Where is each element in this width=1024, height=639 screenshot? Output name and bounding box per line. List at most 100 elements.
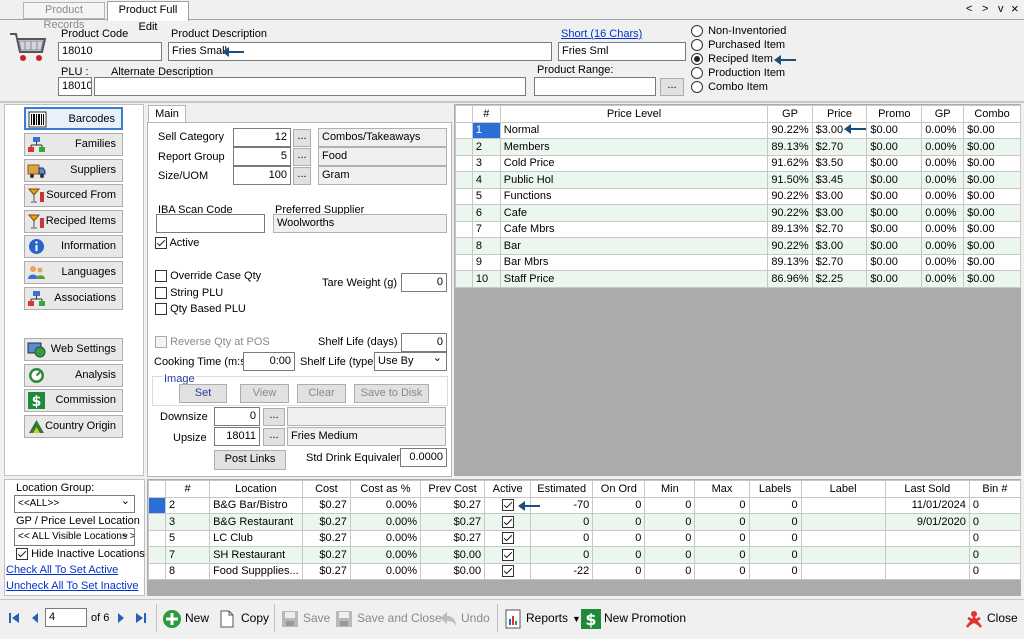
table-cell[interactable]: 0 bbox=[748, 513, 802, 531]
table-cell[interactable]: $2.25 bbox=[811, 270, 868, 288]
table-cell[interactable]: 0 bbox=[968, 546, 1022, 564]
table-cell[interactable]: $0.00 bbox=[866, 154, 923, 172]
nav-web-settings[interactable]: Web Settings bbox=[24, 338, 123, 361]
first-record-button[interactable] bbox=[8, 612, 20, 624]
radio-circle[interactable] bbox=[691, 81, 703, 94]
table-cell[interactable]: 0 bbox=[694, 529, 750, 547]
table-cell[interactable]: $0.00 bbox=[963, 187, 1021, 205]
location-table-row[interactable]: 7 SH Restaurant $0.27 0.00% $0.00 0 0 0 0 0 0 bbox=[147, 546, 1022, 564]
short-description-field[interactable]: Fries Sml bbox=[558, 42, 686, 61]
column-header[interactable]: GP bbox=[767, 105, 813, 123]
gp-price-level-location-select[interactable]: << ALL Visible Locations > bbox=[14, 528, 135, 546]
uncheck-all-link[interactable]: Uncheck All To Set Inactive bbox=[6, 580, 138, 592]
table-cell[interactable]: Cafe bbox=[499, 204, 769, 222]
tare-weight-field[interactable]: 0 bbox=[401, 273, 447, 292]
report-group-browse-button[interactable]: ... bbox=[293, 148, 311, 166]
table-cell[interactable]: $0.00 bbox=[866, 138, 923, 156]
table-cell[interactable]: $3.45 bbox=[811, 171, 868, 189]
table-cell[interactable]: 5 bbox=[165, 529, 211, 547]
table-cell[interactable]: -22 bbox=[530, 562, 594, 580]
price-table-row[interactable]: 6 Cafe 90.22% $3.00 $0.00 0.00% $0.00 bbox=[455, 204, 1021, 222]
table-cell[interactable]: 5 bbox=[471, 187, 501, 205]
table-cell[interactable]: $0.00 bbox=[963, 154, 1021, 172]
column-header[interactable]: Combo bbox=[963, 105, 1021, 123]
table-cell[interactable]: 0 bbox=[530, 546, 594, 564]
table-cell[interactable]: 0 bbox=[694, 546, 750, 564]
table-cell[interactable]: $0.27 bbox=[301, 546, 351, 564]
table-cell[interactable]: 0 bbox=[748, 546, 802, 564]
price-table-row[interactable]: 4 Public Hol 91.50% $3.45 $0.00 0.00% $0.00 bbox=[455, 171, 1021, 189]
column-header[interactable]: GP bbox=[921, 105, 965, 123]
row-indicator[interactable] bbox=[455, 187, 473, 205]
nav-suppliers[interactable]: Suppliers bbox=[24, 159, 123, 182]
table-cell[interactable]: 2 bbox=[165, 496, 211, 514]
table-cell[interactable]: 2 bbox=[471, 138, 501, 156]
nav-languages[interactable]: Languages bbox=[24, 261, 123, 284]
std-drink-equivalent-field[interactable]: 0.0000 bbox=[400, 448, 447, 467]
cooking-time-field[interactable]: 0:00 bbox=[243, 352, 295, 371]
table-cell[interactable]: Bar bbox=[499, 237, 769, 255]
table-cell[interactable]: 0.00% bbox=[921, 154, 965, 172]
table-cell[interactable]: 0.00% bbox=[921, 220, 965, 238]
table-cell[interactable]: 8 bbox=[165, 562, 211, 580]
iba-scan-code-field[interactable] bbox=[156, 214, 265, 233]
table-cell[interactable]: 86.96% bbox=[767, 270, 813, 288]
save-and-close-button[interactable]: Save and Close bbox=[334, 604, 442, 632]
table-cell[interactable]: Functions bbox=[499, 187, 769, 205]
row-indicator[interactable] bbox=[455, 253, 473, 271]
column-header[interactable]: Bin # bbox=[968, 480, 1022, 498]
tab-scroll-left-button[interactable]: < bbox=[966, 3, 972, 15]
table-cell[interactable]: 0.00% bbox=[349, 546, 422, 564]
table-cell[interactable]: 6 bbox=[471, 204, 501, 222]
new-button[interactable]: New bbox=[162, 604, 209, 632]
column-header[interactable]: Cost as % bbox=[349, 480, 422, 498]
table-cell[interactable]: $0.00 bbox=[963, 253, 1021, 271]
table-cell[interactable]: 0 bbox=[968, 529, 1022, 547]
radio-circle[interactable] bbox=[691, 67, 703, 80]
save-button[interactable]: Save bbox=[280, 604, 330, 632]
table-cell[interactable]: Cafe Mbrs bbox=[499, 220, 769, 238]
table-cell[interactable]: 89.13% bbox=[767, 253, 813, 271]
check-all-link[interactable]: Check All To Set Active bbox=[6, 564, 118, 576]
table-cell[interactable]: $0.27 bbox=[301, 513, 351, 531]
table-cell[interactable]: 0.00% bbox=[921, 237, 965, 255]
table-cell[interactable]: LC Club bbox=[209, 529, 303, 547]
table-cell[interactable]: 0 bbox=[694, 562, 750, 580]
image-clear-button[interactable]: Clear bbox=[297, 384, 346, 403]
table-cell[interactable] bbox=[884, 529, 970, 547]
copy-button[interactable]: Copy bbox=[218, 604, 269, 632]
price-table-row[interactable]: 7 Cafe Mbrs 89.13% $2.70 $0.00 0.00% $0.00 bbox=[455, 220, 1021, 238]
table-cell[interactable]: 89.13% bbox=[767, 138, 813, 156]
column-header[interactable]: Max bbox=[694, 480, 750, 498]
upsize-browse-button[interactable]: ... bbox=[263, 428, 285, 446]
column-header[interactable]: Price Level bbox=[499, 105, 769, 123]
table-cell[interactable]: $0.27 bbox=[301, 562, 351, 580]
nav-families[interactable]: Families bbox=[24, 133, 123, 156]
table-cell[interactable]: Public Hol bbox=[499, 171, 769, 189]
table-cell[interactable]: $0.00 bbox=[420, 546, 486, 564]
sell-category-number-field[interactable]: 12 bbox=[233, 128, 291, 147]
row-indicator[interactable] bbox=[455, 154, 473, 172]
table-cell[interactable]: 0 bbox=[592, 496, 646, 514]
qty-based-plu-checkbox[interactable]: Qty Based PLU bbox=[155, 303, 246, 316]
table-cell[interactable]: 0.00% bbox=[921, 253, 965, 271]
column-header[interactable]: Location bbox=[209, 480, 303, 498]
table-cell[interactable]: B&G Bar/Bistro bbox=[209, 496, 303, 514]
price-table-row[interactable]: 3 Cold Price 91.62% $3.50 $0.00 0.00% $0.00 bbox=[455, 154, 1021, 172]
table-cell[interactable]: SH Restaurant bbox=[209, 546, 303, 564]
checkbox-box[interactable] bbox=[155, 270, 167, 283]
location-group-select[interactable]: <<ALL>> bbox=[14, 495, 135, 513]
table-cell[interactable]: 0 bbox=[748, 496, 802, 514]
table-cell[interactable]: Food Suppplies... bbox=[209, 562, 303, 580]
radio-circle[interactable] bbox=[691, 39, 703, 52]
column-header[interactable]: Promo bbox=[866, 105, 923, 123]
checkbox-box[interactable] bbox=[155, 237, 167, 250]
active-checkbox[interactable] bbox=[501, 548, 514, 561]
downsize-number-field[interactable]: 0 bbox=[214, 407, 260, 426]
row-indicator[interactable] bbox=[147, 546, 167, 564]
undo-button[interactable]: Undo bbox=[438, 604, 490, 632]
table-cell[interactable]: 0 bbox=[592, 513, 646, 531]
row-indicator[interactable] bbox=[455, 220, 473, 238]
table-cell[interactable]: 0 bbox=[644, 529, 696, 547]
table-cell[interactable]: 89.13% bbox=[767, 220, 813, 238]
